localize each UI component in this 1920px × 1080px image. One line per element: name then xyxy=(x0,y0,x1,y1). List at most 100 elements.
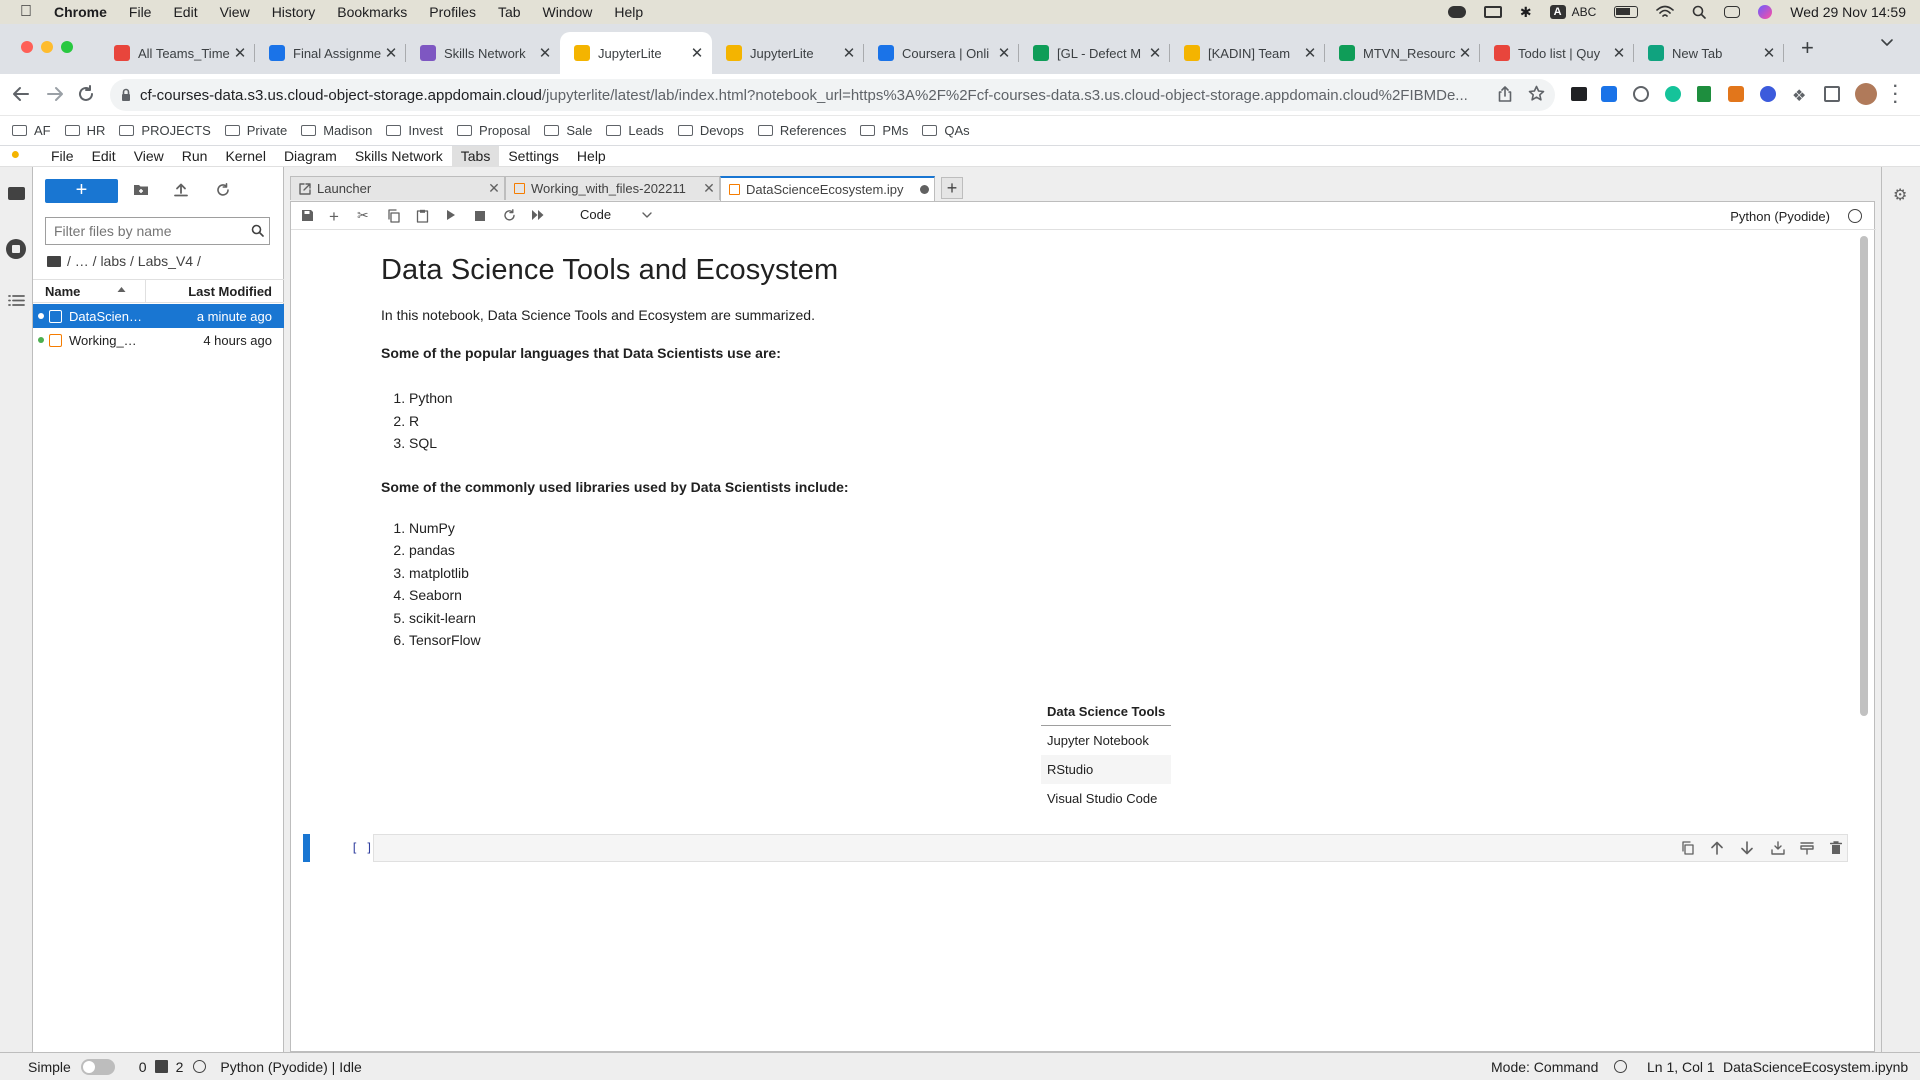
insert-below-icon[interactable] xyxy=(1800,841,1814,855)
refresh-file-list-icon[interactable] xyxy=(216,183,230,197)
close-window-icon[interactable] xyxy=(21,41,33,53)
jupyter-menu-edit[interactable]: Edit xyxy=(83,146,125,167)
bookmark-folder[interactable]: PROJECTS xyxy=(119,123,211,138)
file-row-datascience[interactable]: DataScien… a minute ago xyxy=(33,304,284,328)
extension-circle-icon[interactable] xyxy=(1633,86,1649,102)
close-tab-icon[interactable]: ✕ xyxy=(995,44,1013,62)
close-tab-icon[interactable]: ✕ xyxy=(382,44,400,62)
forward-icon[interactable] xyxy=(46,85,64,103)
mac-menu-window[interactable]: Window xyxy=(543,4,593,20)
new-launcher-button[interactable]: + xyxy=(45,179,118,203)
wifi-icon[interactable] xyxy=(1656,5,1675,19)
doc-tab-working-with-files[interactable]: Working_with_files-202211 ✕ xyxy=(505,176,720,200)
restart-kernel-icon[interactable] xyxy=(503,209,516,222)
browser-tab[interactable]: JupyterLite ✕ xyxy=(560,32,712,74)
docs-extension-icon[interactable] xyxy=(1697,86,1711,102)
side-panel-icon[interactable] xyxy=(1824,86,1840,102)
bookmark-folder[interactable]: Invest xyxy=(386,123,443,138)
display-icon[interactable] xyxy=(1483,6,1502,18)
add-tab-button[interactable]: + xyxy=(941,177,963,199)
browser-tab[interactable]: JupyterLite ✕ xyxy=(712,32,864,74)
trusted-shield-icon[interactable] xyxy=(1614,1060,1627,1073)
share-icon[interactable] xyxy=(1498,86,1512,102)
zoom-window-icon[interactable] xyxy=(61,41,73,53)
apple-icon[interactable]:  xyxy=(20,3,32,21)
running-kernels-icon[interactable] xyxy=(6,239,26,259)
bookmark-folder[interactable]: AF xyxy=(12,123,51,138)
bookmark-star-icon[interactable] xyxy=(1528,85,1545,102)
extensions-puzzle-icon[interactable]: ❖ xyxy=(1792,86,1806,106)
profile-avatar[interactable] xyxy=(1855,83,1877,105)
mac-menu-edit[interactable]: Edit xyxy=(173,4,197,20)
kernel-count[interactable]: 2 xyxy=(176,1059,184,1075)
doc-tab-datascience-ecosystem[interactable]: DataScienceEcosystem.ipy xyxy=(720,176,935,201)
browser-tab[interactable]: [GL - Defect M ✕ xyxy=(1019,32,1170,74)
file-browser-folder-icon[interactable] xyxy=(8,187,25,200)
close-tab-icon[interactable]: ✕ xyxy=(1146,44,1164,62)
jupyter-menu-settings[interactable]: Settings xyxy=(499,146,568,167)
cell-type-select[interactable]: Code xyxy=(580,207,611,222)
browser-tab[interactable]: Final Assignme ✕ xyxy=(255,32,406,74)
close-tab-icon[interactable]: ✕ xyxy=(231,44,249,62)
site-info-icon[interactable] xyxy=(121,88,131,102)
file-row-working[interactable]: Working_… 4 hours ago xyxy=(33,328,284,352)
notebook-scrollbar[interactable] xyxy=(1860,236,1868,716)
bookmark-folder[interactable]: HR xyxy=(64,123,105,138)
sort-ascending-icon[interactable] xyxy=(117,286,126,293)
close-tab-icon[interactable]: ✕ xyxy=(1610,44,1628,62)
browser-tab[interactable]: MTVN_Resourc ✕ xyxy=(1325,32,1480,74)
bookmark-folder[interactable]: Devops xyxy=(677,123,744,138)
jupyter-menu-run[interactable]: Run xyxy=(173,146,217,167)
input-source-label[interactable]: ABC xyxy=(1572,5,1597,19)
code-editor[interactable] xyxy=(373,834,1848,862)
move-up-icon[interactable] xyxy=(1711,841,1723,855)
simple-mode-toggle[interactable] xyxy=(80,1058,115,1075)
creative-cloud-icon[interactable] xyxy=(1447,6,1466,18)
battery-icon[interactable] xyxy=(1614,6,1639,18)
bookmark-folder[interactable]: QAs xyxy=(922,123,970,138)
filter-files-input[interactable]: Filter files by name xyxy=(45,217,270,245)
mac-menu-bookmarks[interactable]: Bookmarks xyxy=(337,4,407,20)
extension-terminal-icon[interactable] xyxy=(1571,87,1587,101)
new-tab-button[interactable]: + xyxy=(1801,35,1814,61)
code-cell[interactable]: [ ]: xyxy=(303,834,1863,862)
jupyter-menu-view[interactable]: View xyxy=(125,146,173,167)
jupyter-menu-diagram[interactable]: Diagram xyxy=(275,146,346,167)
bookmark-folder[interactable]: References xyxy=(757,123,846,138)
browser-tab[interactable]: Coursera | Onli ✕ xyxy=(864,32,1019,74)
mac-menu-help[interactable]: Help xyxy=(614,4,643,20)
unsaved-dot-icon[interactable] xyxy=(914,185,934,194)
close-tab-icon[interactable]: ✕ xyxy=(536,44,554,62)
browser-tab[interactable]: Skills Network ✕ xyxy=(406,32,560,74)
jupyter-menu-file[interactable]: File xyxy=(42,146,83,167)
close-tab-icon[interactable]: ✕ xyxy=(1760,44,1778,62)
table-of-contents-icon[interactable] xyxy=(8,294,25,307)
siri-icon[interactable] xyxy=(1758,5,1773,19)
spotlight-search-icon[interactable] xyxy=(1692,5,1707,19)
translate-extension-icon[interactable] xyxy=(1601,86,1617,102)
browser-tab[interactable]: Todo list | Quy ✕ xyxy=(1480,32,1634,74)
grammarly-icon[interactable] xyxy=(1665,86,1681,102)
mac-menu-profiles[interactable]: Profiles xyxy=(429,4,476,20)
close-tab-icon[interactable]: ✕ xyxy=(840,44,858,62)
interrupt-kernel-icon[interactable] xyxy=(475,211,485,221)
column-name-header[interactable]: Name xyxy=(45,284,80,299)
move-down-icon[interactable] xyxy=(1741,841,1753,855)
kernel-status[interactable]: Python (Pyodide) | Idle xyxy=(220,1059,361,1075)
bookmark-folder[interactable]: PMs xyxy=(860,123,908,138)
reload-icon[interactable] xyxy=(77,85,95,103)
back-icon[interactable] xyxy=(12,85,30,103)
new-folder-icon[interactable] xyxy=(133,183,149,196)
close-tab-icon[interactable]: ✕ xyxy=(688,44,706,62)
breadcrumb[interactable]: / … / labs / Labs_V4 / xyxy=(47,253,201,269)
jupyter-menu-tabs[interactable]: Tabs xyxy=(451,145,500,167)
bookmark-folder[interactable]: Madison xyxy=(301,123,372,138)
control-center-icon[interactable] xyxy=(1724,6,1741,18)
menu-clock[interactable]: Wed 29 Nov 14:59 xyxy=(1790,4,1906,20)
mac-menu-tab[interactable]: Tab xyxy=(498,4,521,20)
kernel-name[interactable]: Python (Pyodide) xyxy=(1730,209,1830,224)
insert-cell-icon[interactable]: + xyxy=(329,207,339,227)
cut-icon[interactable]: ✂ xyxy=(357,207,369,224)
bookmark-folder[interactable]: Leads xyxy=(606,123,664,138)
extension-rocket-icon[interactable] xyxy=(1760,86,1776,102)
